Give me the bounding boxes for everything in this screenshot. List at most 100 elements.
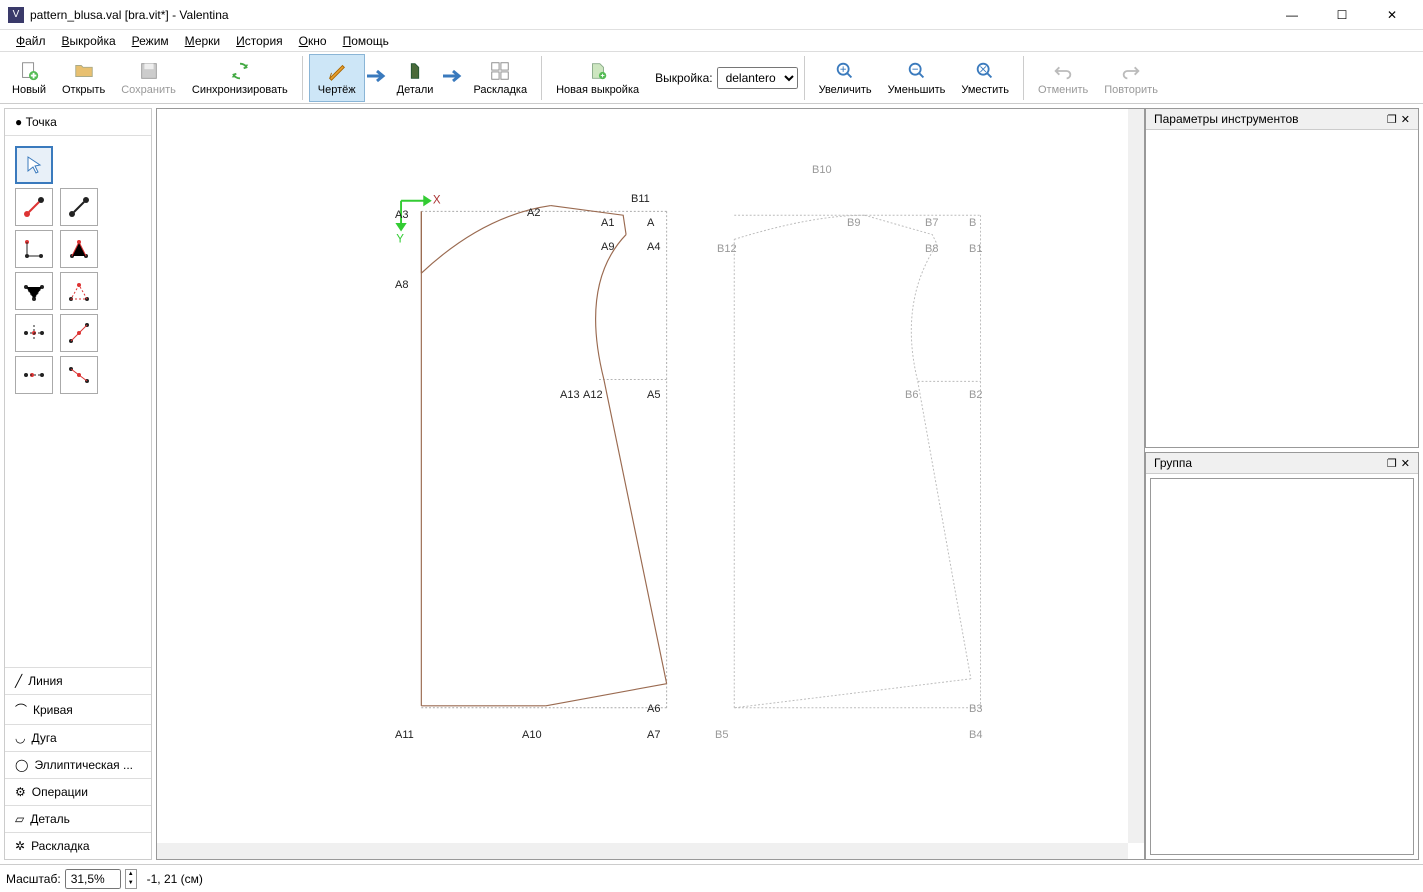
canvas-area: X Y <box>156 108 1145 860</box>
zoom-out-icon <box>906 59 928 83</box>
tool-angle-point-1[interactable] <box>15 230 53 268</box>
tool-triangle[interactable] <box>60 272 98 310</box>
redo-button[interactable]: Повторить <box>1096 54 1166 102</box>
panel-title-props: Параметры инструментов <box>1154 112 1383 126</box>
new-button[interactable]: Новый <box>4 54 54 102</box>
menu-measurements[interactable]: Мерки <box>177 32 228 50</box>
window-title: pattern_blusa.val [bra.vit*] - Valentina <box>30 8 1277 22</box>
section-layout[interactable]: ✲Раскладка <box>5 832 151 859</box>
tool-intersect-2[interactable] <box>60 356 98 394</box>
section-detail[interactable]: ▱Деталь <box>5 805 151 832</box>
undo-button[interactable]: Отменить <box>1030 54 1096 102</box>
label-A: A <box>647 217 654 229</box>
label-A5: A5 <box>647 389 660 401</box>
scale-input[interactable] <box>65 869 121 889</box>
horizontal-scrollbar[interactable] <box>157 843 1128 859</box>
section-line[interactable]: ╱Линия <box>5 667 151 694</box>
panel-float-icon[interactable]: ❐ <box>1387 457 1397 470</box>
section-point[interactable]: ● Точка <box>5 109 151 136</box>
open-button[interactable]: Открыть <box>54 54 113 102</box>
arrow-icon <box>365 68 389 87</box>
section-curve[interactable]: ⌒Кривая <box>5 694 151 724</box>
scale-label: Масштаб: <box>6 872 61 886</box>
close-button[interactable]: ✕ <box>1377 8 1407 22</box>
vertical-scrollbar[interactable] <box>1128 109 1144 843</box>
label-A12: A12 <box>583 389 603 401</box>
pattern-select-label: Выкройка: <box>655 71 712 85</box>
label-B2: B2 <box>969 389 982 401</box>
label-B8: B8 <box>925 243 938 255</box>
details-mode-button[interactable]: Детали <box>389 54 442 102</box>
pattern-select[interactable]: delantero <box>717 67 798 89</box>
maximize-button[interactable]: ☐ <box>1327 8 1357 22</box>
label-A7: A7 <box>647 729 660 741</box>
menu-help[interactable]: Помощь <box>335 32 397 50</box>
statusbar: Масштаб: ▲▼ -1, 21 (см) <box>0 864 1423 892</box>
menu-pattern[interactable]: Выкройка <box>54 32 124 50</box>
minimize-button[interactable]: — <box>1277 8 1307 22</box>
menu-history[interactable]: История <box>228 32 291 50</box>
tool-line-point-1[interactable] <box>15 188 53 226</box>
label-B: B <box>969 217 976 229</box>
panel-float-icon[interactable]: ❐ <box>1387 113 1397 126</box>
drawing-canvas[interactable]: X Y <box>157 109 1128 843</box>
zoom-fit-icon <box>974 59 996 83</box>
undo-label: Отменить <box>1038 84 1088 96</box>
open-label: Открыть <box>62 84 105 96</box>
tool-line-point-2[interactable] <box>60 188 98 226</box>
tool-bisector[interactable] <box>15 272 53 310</box>
drawing-mode-button[interactable]: Чертёж <box>309 54 365 102</box>
tool-intersect-1[interactable] <box>15 356 53 394</box>
tool-perp-1[interactable] <box>15 314 53 352</box>
section-elliptic[interactable]: ◯Эллиптическая ... <box>5 751 151 778</box>
group-list[interactable] <box>1150 478 1414 855</box>
menu-file[interactable]: Файл <box>8 32 54 50</box>
zoom-out-button[interactable]: Уменьшить <box>880 54 954 102</box>
layout-icon <box>489 59 511 83</box>
zoom-in-label: Увеличить <box>819 84 872 96</box>
toolbar: Новый Открыть Сохранить Синхронизировать… <box>0 52 1423 104</box>
label-B9: B9 <box>847 217 860 229</box>
details-icon <box>404 59 426 83</box>
new-pattern-label: Новая выкройка <box>556 84 639 96</box>
label-B12: B12 <box>717 243 737 255</box>
label-B11: B11 <box>631 193 650 205</box>
redo-label: Повторить <box>1104 84 1158 96</box>
label-A2: A2 <box>527 207 540 219</box>
label-A1: A1 <box>601 217 614 229</box>
scale-spinner[interactable]: ▲▼ <box>125 869 137 889</box>
zoom-fit-label: Уместить <box>961 84 1009 96</box>
drawing-icon <box>326 59 348 83</box>
sync-button[interactable]: Синхронизировать <box>184 54 296 102</box>
sync-label: Синхронизировать <box>192 84 288 96</box>
tools-panel: ● Точка ╱Линия ⌒Кривая ◡Дуга ◯Эллиптичес… <box>4 108 152 860</box>
label-B5: B5 <box>715 729 728 741</box>
undo-icon <box>1052 59 1074 83</box>
panel-close-icon[interactable]: ✕ <box>1401 457 1410 470</box>
tool-angle-point-2[interactable] <box>60 230 98 268</box>
layout-label: Раскладка <box>473 84 527 96</box>
section-operations[interactable]: ⚙Операции <box>5 778 151 805</box>
zoom-out-label: Уменьшить <box>888 84 946 96</box>
save-icon <box>138 59 160 83</box>
label-A6: A6 <box>647 703 660 715</box>
tool-pointer[interactable] <box>15 146 53 184</box>
arrow-icon-2 <box>441 68 465 87</box>
panel-title-group: Группа <box>1154 456 1383 470</box>
group-panel: Группа ❐ ✕ <box>1145 452 1419 860</box>
menu-mode[interactable]: Режим <box>124 32 177 50</box>
zoom-fit-button[interactable]: Уместить <box>953 54 1017 102</box>
new-file-icon <box>18 59 40 83</box>
new-pattern-button[interactable]: Новая выкройка <box>548 54 647 102</box>
section-arc[interactable]: ◡Дуга <box>5 724 151 751</box>
layout-mode-button[interactable]: Раскладка <box>465 54 535 102</box>
menu-window[interactable]: Окно <box>291 32 335 50</box>
tool-perp-2[interactable] <box>60 314 98 352</box>
zoom-in-button[interactable]: Увеличить <box>811 54 880 102</box>
panel-close-icon[interactable]: ✕ <box>1401 113 1410 126</box>
label-B1: B1 <box>969 243 982 255</box>
save-button[interactable]: Сохранить <box>113 54 184 102</box>
titlebar: V pattern_blusa.val [bra.vit*] - Valenti… <box>0 0 1423 30</box>
label-A11: A11 <box>395 729 414 741</box>
label-B3: B3 <box>969 703 982 715</box>
